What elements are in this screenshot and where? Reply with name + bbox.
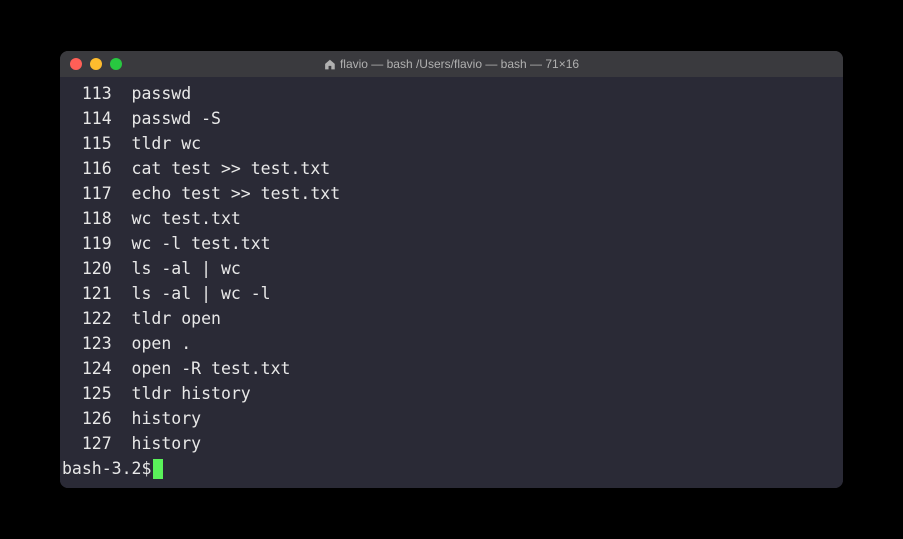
close-button[interactable] — [70, 58, 82, 70]
maximize-button[interactable] — [110, 58, 122, 70]
window-title-text: flavio — bash /Users/flavio — bash — 71×… — [340, 57, 579, 71]
history-line: 125 tldr history — [62, 381, 841, 406]
history-line: 115 tldr wc — [62, 131, 841, 156]
home-icon — [324, 59, 335, 70]
traffic-lights — [70, 58, 122, 70]
history-line: 122 tldr open — [62, 306, 841, 331]
history-line: 117 echo test >> test.txt — [62, 181, 841, 206]
history-line: 123 open . — [62, 331, 841, 356]
titlebar: flavio — bash /Users/flavio — bash — 71×… — [60, 51, 843, 77]
history-line: 119 wc -l test.txt — [62, 231, 841, 256]
history-line: 124 open -R test.txt — [62, 356, 841, 381]
history-line: 127 history — [62, 431, 841, 456]
window-title: flavio — bash /Users/flavio — bash — 71×… — [324, 57, 579, 71]
terminal-window: flavio — bash /Users/flavio — bash — 71×… — [60, 51, 843, 488]
prompt-line: bash-3.2$ — [62, 456, 841, 481]
history-line: 121 ls -al | wc -l — [62, 281, 841, 306]
history-line: 116 cat test >> test.txt — [62, 156, 841, 181]
cursor — [153, 459, 163, 479]
terminal-body[interactable]: 113 passwd 114 passwd -S 115 tldr wc 116… — [60, 77, 843, 488]
minimize-button[interactable] — [90, 58, 102, 70]
history-line: 114 passwd -S — [62, 106, 841, 131]
history-line: 118 wc test.txt — [62, 206, 841, 231]
history-line: 120 ls -al | wc — [62, 256, 841, 281]
history-line: 126 history — [62, 406, 841, 431]
history-line: 113 passwd — [62, 81, 841, 106]
prompt-text: bash-3.2$ — [62, 456, 151, 481]
